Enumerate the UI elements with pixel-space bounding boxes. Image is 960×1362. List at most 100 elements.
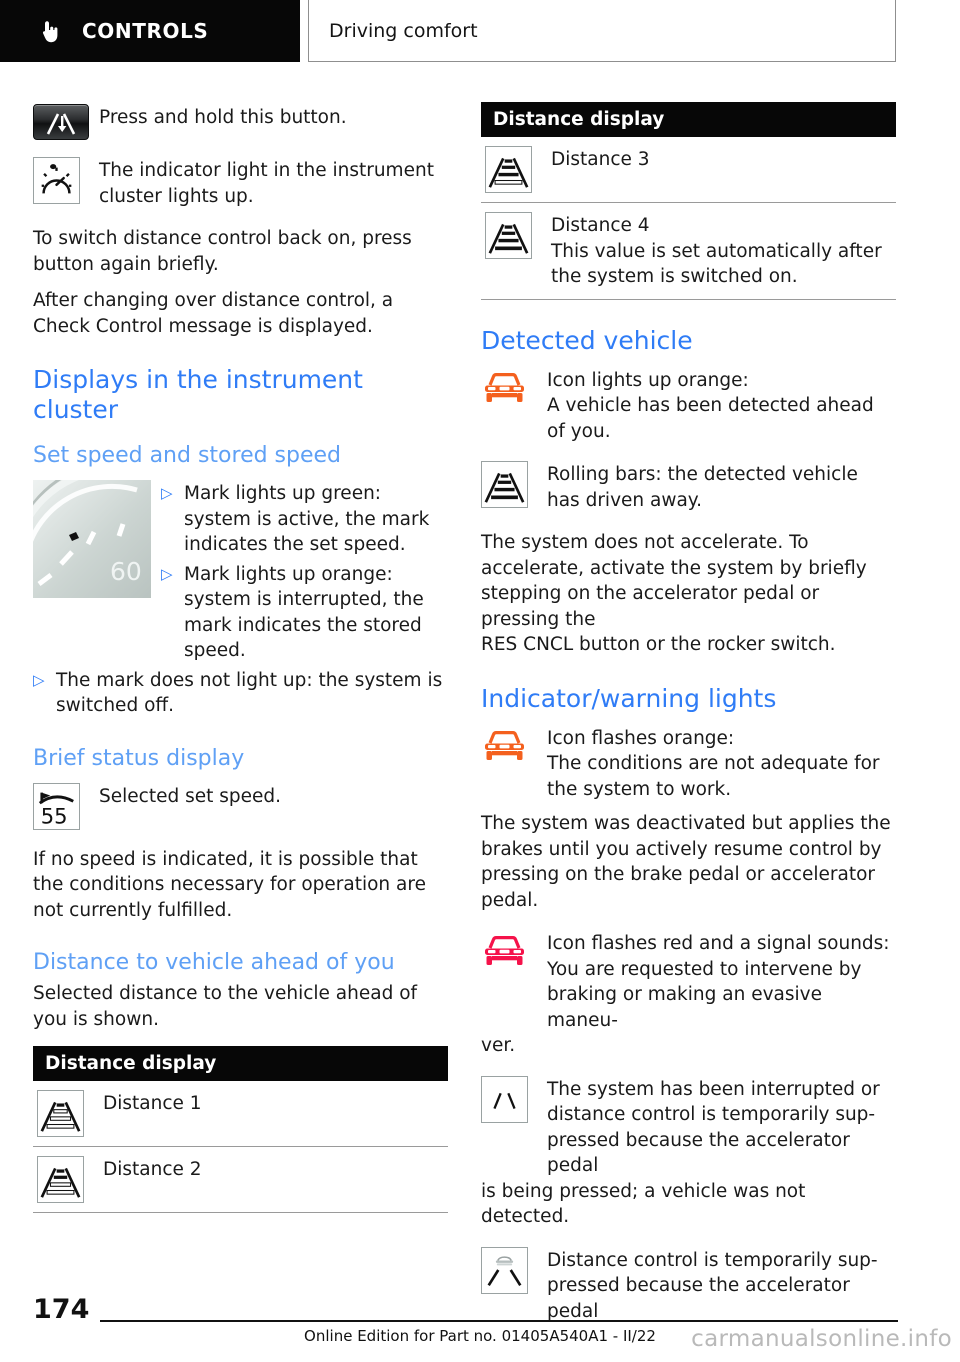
heading-detected-vehicle: Detected vehicle xyxy=(481,325,693,355)
distance-label: Distance 4 xyxy=(551,215,650,236)
distance-display-table-right: Distance display Distance 3 Distance 4 T… xyxy=(481,102,896,300)
row-gauge-bullets: 60 ▷ Mark lights up green: system is act… xyxy=(33,480,448,664)
footer-divider xyxy=(100,1320,898,1322)
list-item: ▷ Mark lights up green: system is active… xyxy=(161,481,448,558)
paragraph-ver: ver. xyxy=(481,1035,516,1056)
left-column: Press and hold this button. The indicato xyxy=(33,96,448,1213)
list-item: ▷ Mark lights up orange: system is inter… xyxy=(161,562,448,664)
car-flash-orange-line2: The conditions are not adequate for the … xyxy=(547,753,880,800)
car-detected-line2: A vehicle has been detected ahead of you… xyxy=(547,395,874,442)
icon-cell xyxy=(481,930,547,977)
distance-label: Distance 1 xyxy=(103,1093,202,1114)
watermark: carmanualsonline.info xyxy=(691,1326,952,1352)
icon-cell xyxy=(485,212,551,259)
instrument-cluster-gauge-image: 60 xyxy=(33,480,151,598)
paragraph-system-deactivated: The system was deactivated but applies t… xyxy=(481,813,891,911)
triangle-bullet-icon: ▷ xyxy=(161,564,173,583)
speedometer-indicator-icon xyxy=(33,157,80,204)
text-cell: Distance 4 This value is set automatical… xyxy=(551,212,896,290)
paragraph-res-cncl: RES CNCL button or the rocker switch. xyxy=(481,634,836,655)
icon-cell xyxy=(33,104,99,140)
text-cell: Distance 3 xyxy=(551,146,896,173)
table-row: Distance 1 xyxy=(33,1081,448,1147)
icon-cell xyxy=(37,1156,103,1203)
distance-3-icon xyxy=(485,146,532,193)
paragraph-no-speed-indicated: If no speed is indicated, it is possible… xyxy=(33,848,426,921)
row-selected-set-speed: 55 Selected set speed. xyxy=(33,782,448,830)
rolling-bars-text: Rolling bars: the detected vehicle has d… xyxy=(547,464,858,511)
subheading-distance-to-vehicle: Distance to vehicle ahead of you xyxy=(33,950,395,975)
rolling-bars-icon xyxy=(481,461,528,508)
svg-text:60: 60 xyxy=(110,557,142,586)
paragraph-system-not-accelerate: The system does not accelerate. To accel… xyxy=(481,532,867,630)
icon-cell: 55 xyxy=(33,782,99,830)
lane-markings-icon xyxy=(481,1075,528,1123)
header-section-label: CONTROLS xyxy=(82,19,209,43)
text-cell: Icon flashes orange: The conditions are … xyxy=(547,725,896,803)
table-row: Distance 3 xyxy=(481,137,896,203)
text-cell: Distance 2 xyxy=(103,1156,448,1183)
text-cell: Icon lights up orange: A vehicle has bee… xyxy=(547,367,896,445)
paragraph-vehicle-not-detected: is being pressed; a vehicle was not dete… xyxy=(481,1180,806,1228)
car-detected-line1: Icon lights up orange: xyxy=(547,369,749,391)
heading-indicator-warning-lights: Indicator/warning lights xyxy=(481,683,777,713)
row-car-flashes-orange: Icon flashes orange: The conditions are … xyxy=(481,724,896,803)
row-press-hold-button: Press and hold this button. xyxy=(33,104,448,140)
bullets-cell: ▷ Mark lights up green: system is active… xyxy=(161,480,448,664)
breadcrumb-label: Driving comfort xyxy=(329,19,478,42)
table-row: Distance 4 This value is set automatical… xyxy=(481,203,896,300)
car-flash-red-line1: Icon flashes red and a signal sounds: xyxy=(547,933,890,954)
list-item-mark-off: ▷ The mark does not light up: the system… xyxy=(33,668,448,719)
car-front-orange-icon xyxy=(481,724,528,772)
row-rolling-bars: Rolling bars: the detected vehicle has d… xyxy=(481,461,896,513)
car-front-red-icon xyxy=(481,930,528,977)
text-cell: Distance 1 xyxy=(103,1090,448,1117)
distance-1-icon xyxy=(37,1090,84,1137)
paragraph-check-control: After changing over distance control, a … xyxy=(33,290,394,337)
icon-cell xyxy=(485,146,551,193)
icon-cell xyxy=(481,1075,547,1123)
bullet-text: Mark lights up green: system is active, … xyxy=(184,483,430,555)
icon-cell xyxy=(37,1090,103,1137)
bullet-text: Mark lights up orange: system is interru… xyxy=(184,563,424,662)
distance-4-icon xyxy=(485,212,532,259)
table-header-distance-display: Distance display xyxy=(481,102,896,137)
breadcrumb: Driving comfort xyxy=(308,0,896,62)
set-speed-value: 55 xyxy=(41,803,68,828)
distance-note: This value is set automatically after th… xyxy=(551,240,882,288)
car-front-orange-icon xyxy=(481,366,528,414)
icon-cell xyxy=(481,366,547,414)
heading-displays-instrument-cluster: Displays in the instrument cluster xyxy=(33,365,363,424)
text-cell: The system has been interrupted or dista… xyxy=(547,1076,896,1179)
right-column: Distance display Distance 3 Distance 4 T… xyxy=(481,96,896,1324)
text-cell: Icon flashes red and a signal sounds: Yo… xyxy=(547,930,896,1033)
paragraph-switch-back-on: To switch distance control back on, pres… xyxy=(33,228,412,275)
icon-cell xyxy=(481,724,547,772)
bullet-text: The mark does not light up: the system i… xyxy=(56,669,443,717)
distance-label: Distance 3 xyxy=(551,149,650,170)
row-indicator-light: The indicator light in the instrument cl… xyxy=(33,157,448,209)
header-section-tab[interactable]: CONTROLS xyxy=(0,0,300,62)
subheading-set-speed: Set speed and stored speed xyxy=(33,443,342,468)
paragraph-selected-distance: Selected distance to the vehicle ahead o… xyxy=(33,983,418,1030)
distance-display-table-left: Distance display Distance 1 Distance 2 xyxy=(33,1046,448,1213)
car-flash-orange-line1: Icon flashes orange: xyxy=(547,727,735,749)
press-hold-text: Press and hold this button. xyxy=(99,107,347,128)
text-cell: The indicator light in the instrument cl… xyxy=(99,157,448,209)
row-car-flashes-red: Icon flashes red and a signal sounds: Yo… xyxy=(481,930,896,1033)
triangle-bullet-icon: ▷ xyxy=(161,484,173,502)
text-cell: Rolling bars: the detected vehicle has d… xyxy=(547,461,896,513)
row-car-detected-orange: Icon lights up orange: A vehicle has bee… xyxy=(481,366,896,445)
text-cell: Selected set speed. xyxy=(99,783,448,810)
distance-2-icon xyxy=(37,1156,84,1203)
icon-cell xyxy=(481,461,547,508)
page-footer: 174 Online Edition for Part no. 01405A54… xyxy=(0,1280,960,1362)
page-header: CONTROLS Driving comfort xyxy=(0,0,960,68)
icon-cell: 60 xyxy=(33,480,161,598)
car-flash-red-line2: You are requested to intervene by brakin… xyxy=(547,958,862,1031)
subheading-brief-status-display: Brief status display xyxy=(33,745,245,771)
table-row: Distance 2 xyxy=(33,1147,448,1213)
text-cell: Press and hold this button. xyxy=(99,104,448,131)
icon-cell xyxy=(33,157,99,204)
distance-label: Distance 2 xyxy=(103,1159,202,1180)
